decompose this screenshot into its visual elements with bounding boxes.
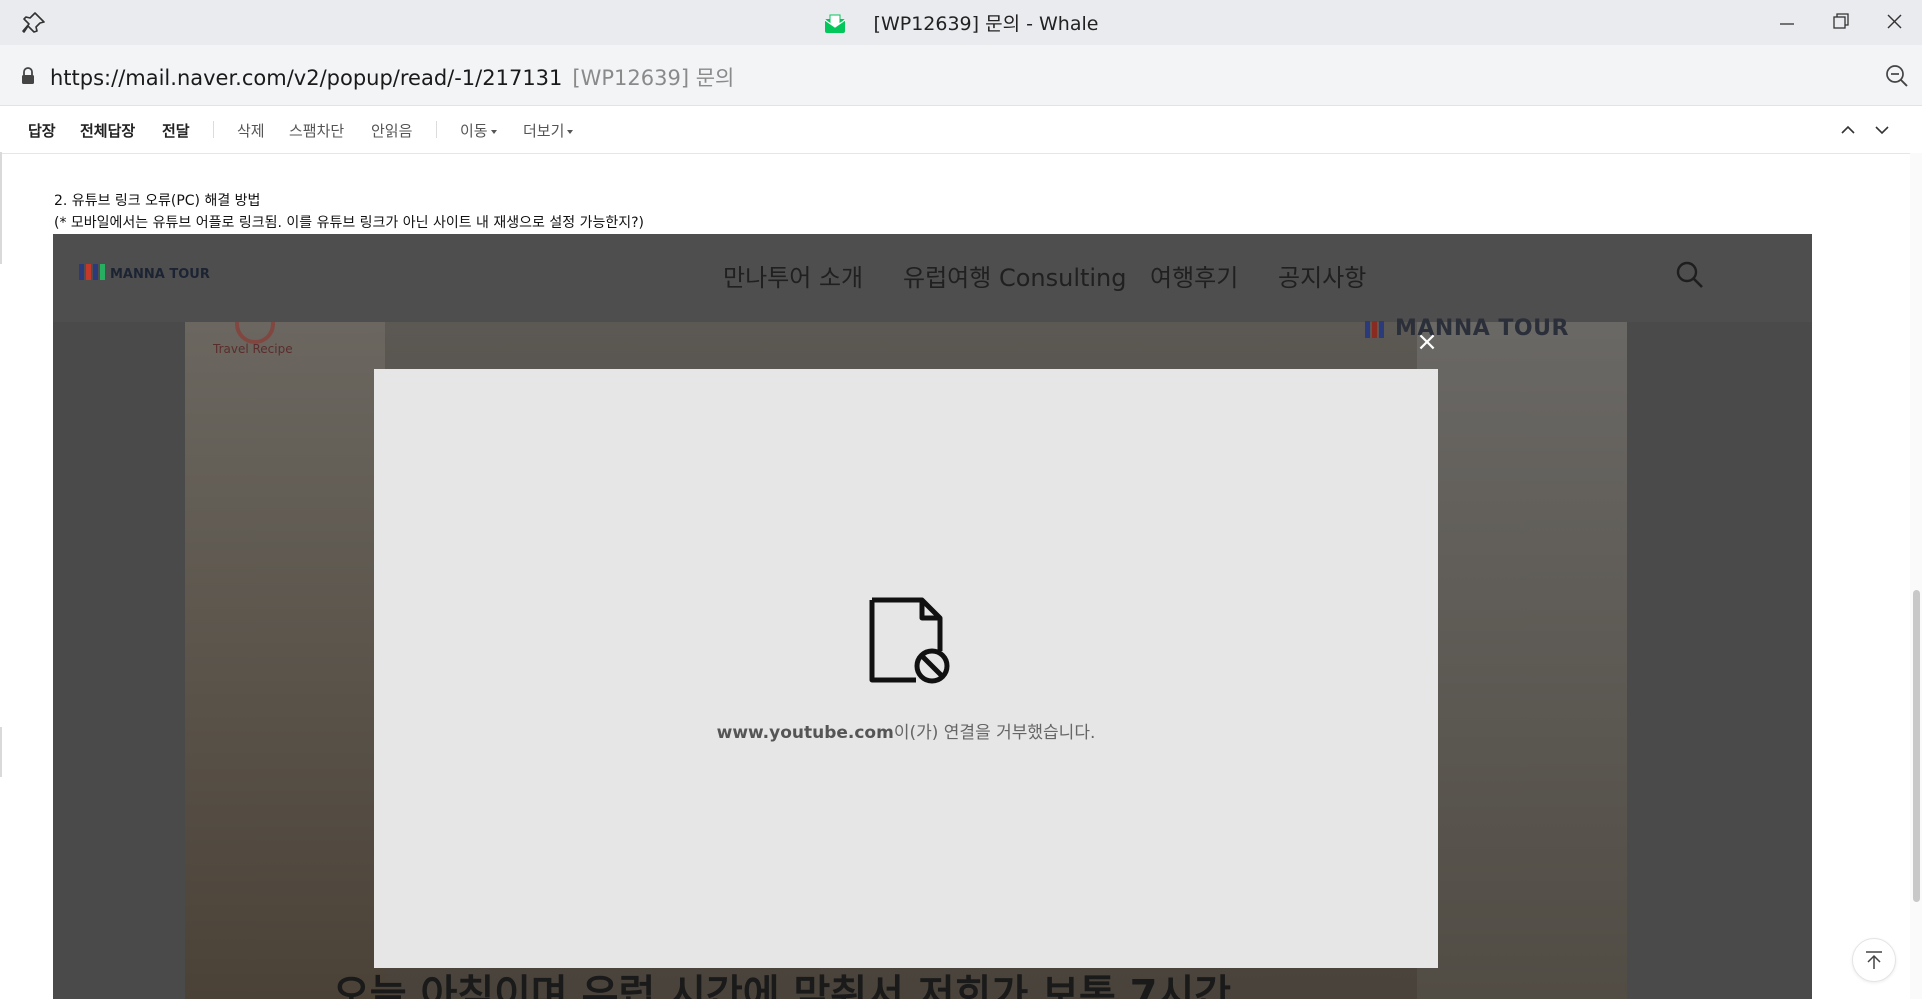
manna-tour-logo-icon xyxy=(79,264,105,280)
previous-mail-icon[interactable] xyxy=(1838,120,1858,140)
block-spam-button[interactable]: 스팸차단 xyxy=(289,120,344,141)
url-text: https://mail.naver.com/v2/popup/read/-1/… xyxy=(50,66,563,90)
address-bar: https://mail.naver.com/v2/popup/read/-1/… xyxy=(0,45,1922,106)
address-url[interactable]: https://mail.naver.com/v2/popup/read/-1/… xyxy=(50,62,734,92)
site-nav-reviews: 여행후기 xyxy=(1150,264,1239,292)
travel-recipe-logo-icon xyxy=(235,322,275,344)
lock-icon xyxy=(22,67,34,84)
more-dropdown[interactable]: 더보기 xyxy=(523,120,574,141)
minimize-icon[interactable] xyxy=(1772,8,1802,36)
forward-button[interactable]: 전달 xyxy=(162,120,190,141)
delete-button[interactable]: 삭제 xyxy=(237,120,265,141)
restore-icon[interactable] xyxy=(1826,8,1856,36)
url-page-title: [WP12639] 문의 xyxy=(572,66,735,90)
move-dropdown[interactable]: 이동 xyxy=(460,120,497,141)
connection-refused-message: www.youtube.com이(가) 연결을 거부했습니다. xyxy=(374,718,1438,743)
chevron-down-icon xyxy=(567,129,574,134)
site-header: MANNA TOUR 만나투어 소개 유럽여행 Consulting 여행후기 … xyxy=(53,234,1812,322)
search-icon xyxy=(1676,261,1703,288)
toolbar-divider xyxy=(213,121,214,138)
watermark-logo-icon xyxy=(1365,321,1384,338)
window-title: [WP12639] 문의 - Whale xyxy=(873,13,1099,35)
move-label: 이동 xyxy=(460,122,488,140)
mail-body-line: (* 모바일에서는 유튜브 어플로 링크됨. 이를 유튜브 링크가 아닌 사이트… xyxy=(54,215,644,231)
blocked-iframe-modal: www.youtube.com이(가) 연결을 거부했습니다. xyxy=(374,369,1438,968)
blocked-domain: www.youtube.com xyxy=(716,723,894,743)
left-edge-marker xyxy=(0,152,2,264)
zoom-out-icon[interactable] xyxy=(1884,63,1910,89)
mail-body-line: 2. 유튜브 링크 오류(PC) 해결 방법 xyxy=(54,193,261,209)
site-nav-consulting: 유럽여행 Consulting xyxy=(903,264,1127,292)
toolbar-divider xyxy=(436,121,437,138)
scrollbar-thumb[interactable] xyxy=(1913,590,1920,902)
chevron-down-icon xyxy=(490,129,497,134)
window-titlebar: [WP12639] 문의 - Whale xyxy=(0,0,1922,45)
mail-toolbar: 답장 전체답장 전달 삭제 스팸차단 안읽음 이동 더보기 xyxy=(0,106,1922,154)
site-nav-about: 만나투어 소개 xyxy=(723,264,864,292)
modal-close-icon: × xyxy=(1416,327,1438,357)
next-mail-icon[interactable] xyxy=(1872,120,1892,140)
reply-button[interactable]: 답장 xyxy=(28,120,56,141)
refused-text: 이(가) 연결을 거부했습니다. xyxy=(893,723,1096,743)
close-icon[interactable] xyxy=(1880,8,1910,36)
site-logo-text: MANNA TOUR xyxy=(110,267,210,282)
naver-mail-icon xyxy=(824,14,845,33)
mark-unread-button[interactable]: 안읽음 xyxy=(371,120,412,141)
left-edge-marker xyxy=(0,727,2,777)
site-nav-notices: 공지사항 xyxy=(1278,264,1367,292)
blocked-file-icon xyxy=(869,597,950,684)
travel-recipe-label: Travel Recipe xyxy=(213,342,293,356)
arrow-up-to-top-icon xyxy=(1866,951,1882,969)
window-title-group: [WP12639] 문의 - Whale xyxy=(0,0,1922,45)
photo-shelf-left xyxy=(185,322,385,999)
more-label: 더보기 xyxy=(523,122,565,140)
scroll-to-top-button[interactable] xyxy=(1852,938,1896,982)
reply-all-button[interactable]: 전체답장 xyxy=(80,120,135,141)
photo-shelf-right xyxy=(1417,322,1627,999)
